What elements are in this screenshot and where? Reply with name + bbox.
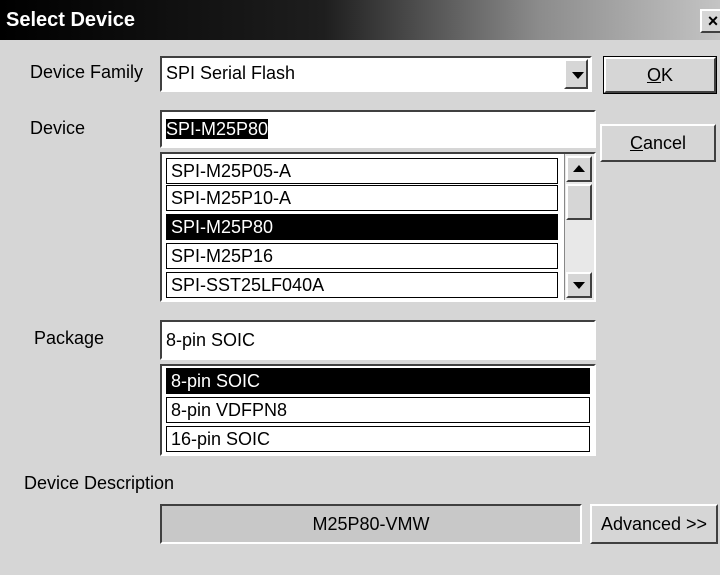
close-button[interactable]: ×: [700, 9, 720, 33]
device-list-item[interactable]: SPI-M25P16: [166, 243, 558, 269]
package-input-value: 8-pin SOIC: [166, 330, 256, 350]
package-input[interactable]: 8-pin SOIC: [160, 320, 596, 360]
package-list-item[interactable]: 16-pin SOIC: [166, 426, 590, 452]
device-family-value: SPI Serial Flash: [166, 63, 296, 83]
package-list-item[interactable]: 8-pin VDFPN8: [166, 397, 590, 423]
scroll-thumb[interactable]: [566, 184, 592, 220]
device-description-label: Device Description: [24, 473, 175, 493]
ok-button[interactable]: OK: [603, 56, 717, 94]
device-list-scrollbar[interactable]: [564, 154, 594, 300]
title-bar[interactable]: Select Device ×: [0, 0, 720, 40]
device-list-item[interactable]: SPI-SST25LF040A: [166, 272, 558, 298]
device-label: Device: [30, 118, 86, 138]
device-description-field: M25P80-VMW: [160, 504, 582, 544]
ok-mnemonic: O: [646, 65, 661, 85]
device-input[interactable]: SPI-M25P80: [160, 110, 596, 148]
scroll-up-button[interactable]: [566, 156, 592, 182]
device-family-label: Device Family: [30, 62, 144, 82]
package-list-item-selected[interactable]: 8-pin SOIC: [166, 368, 590, 394]
scroll-down-button[interactable]: [566, 272, 592, 298]
package-listbox[interactable]: 8-pin SOIC 8-pin VDFPN8 16-pin SOIC: [160, 364, 596, 456]
device-listbox[interactable]: SPI-M25P05-A SPI-M25P10-A SPI-M25P80 SPI…: [160, 152, 596, 302]
device-input-value: SPI-M25P80: [166, 119, 269, 139]
cancel-mnemonic: C: [629, 133, 643, 153]
select-device-dialog: Select Device × Device Family SPI Serial…: [0, 0, 720, 575]
ok-label-rest: K: [661, 65, 674, 85]
device-list-item-selected[interactable]: SPI-M25P80: [166, 214, 558, 240]
device-list-item[interactable]: SPI-M25P05-A: [166, 158, 558, 184]
cancel-label-rest: ancel: [642, 133, 687, 153]
advanced-button[interactable]: Advanced >>: [590, 504, 718, 544]
device-list-item[interactable]: SPI-M25P10-A: [166, 185, 558, 211]
cancel-button[interactable]: Cancel: [600, 124, 716, 162]
device-family-dropdown-button[interactable]: [564, 59, 588, 89]
package-label: Package: [34, 328, 105, 348]
device-family-select[interactable]: SPI Serial Flash: [160, 56, 592, 92]
dialog-title: Select Device: [6, 9, 135, 31]
